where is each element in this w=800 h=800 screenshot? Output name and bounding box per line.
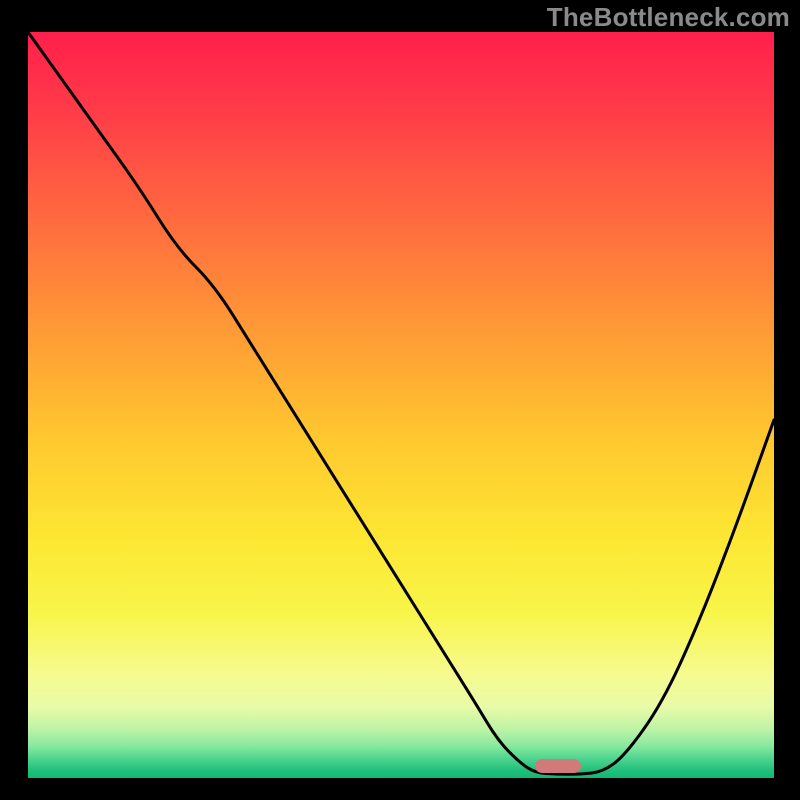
gradient-background xyxy=(28,32,774,778)
chart-frame: TheBottleneck.com xyxy=(0,0,800,800)
plot-svg xyxy=(28,32,774,778)
plot-area xyxy=(28,32,774,778)
watermark-text: TheBottleneck.com xyxy=(547,2,790,33)
optimum-marker xyxy=(535,759,581,773)
